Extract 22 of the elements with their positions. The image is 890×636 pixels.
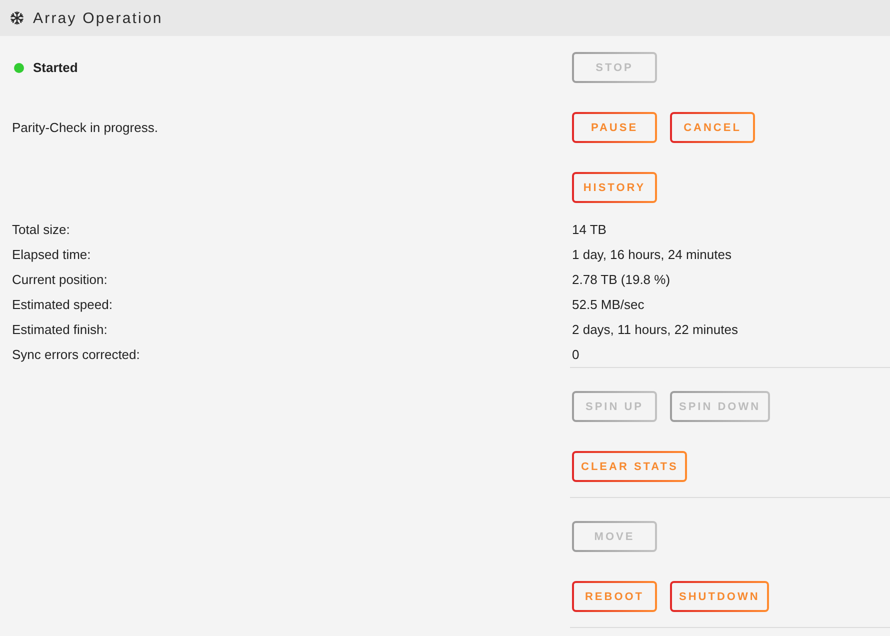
- detail-value: 2.78 TB (19.8 %): [571, 272, 672, 287]
- history-button[interactable]: HISTORY: [572, 172, 657, 203]
- status-message: Parity-Check in progress.: [12, 120, 158, 135]
- detail-value: 1 day, 16 hours, 24 minutes: [571, 247, 732, 262]
- shutdown-button[interactable]: SHUTDOWN: [670, 581, 769, 612]
- detail-value: 14 TB: [571, 222, 608, 237]
- cancel-button[interactable]: CANCEL: [670, 112, 755, 143]
- detail-label: Estimated speed:: [12, 297, 114, 312]
- detail-label: Current position:: [12, 272, 108, 287]
- reboot-button[interactable]: REBOOT: [572, 581, 657, 612]
- detail-value: 0: [571, 347, 580, 362]
- clear-stats-button[interactable]: CLEAR STATS: [572, 451, 688, 482]
- snowflake-icon: [10, 11, 24, 25]
- detail-label: Total size:: [12, 222, 71, 237]
- pause-button[interactable]: PAUSE: [572, 112, 657, 143]
- detail-value: 52.5 MB/sec: [571, 297, 646, 312]
- status-label: Started: [33, 60, 78, 75]
- panel-title: Array Operation: [33, 10, 163, 26]
- detail-label: Sync errors corrected:: [12, 347, 141, 362]
- detail-label: Estimated finish:: [12, 322, 108, 337]
- detail-label: Elapsed time:: [12, 247, 92, 262]
- detail-value: 2 days, 11 hours, 22 minutes: [571, 322, 739, 337]
